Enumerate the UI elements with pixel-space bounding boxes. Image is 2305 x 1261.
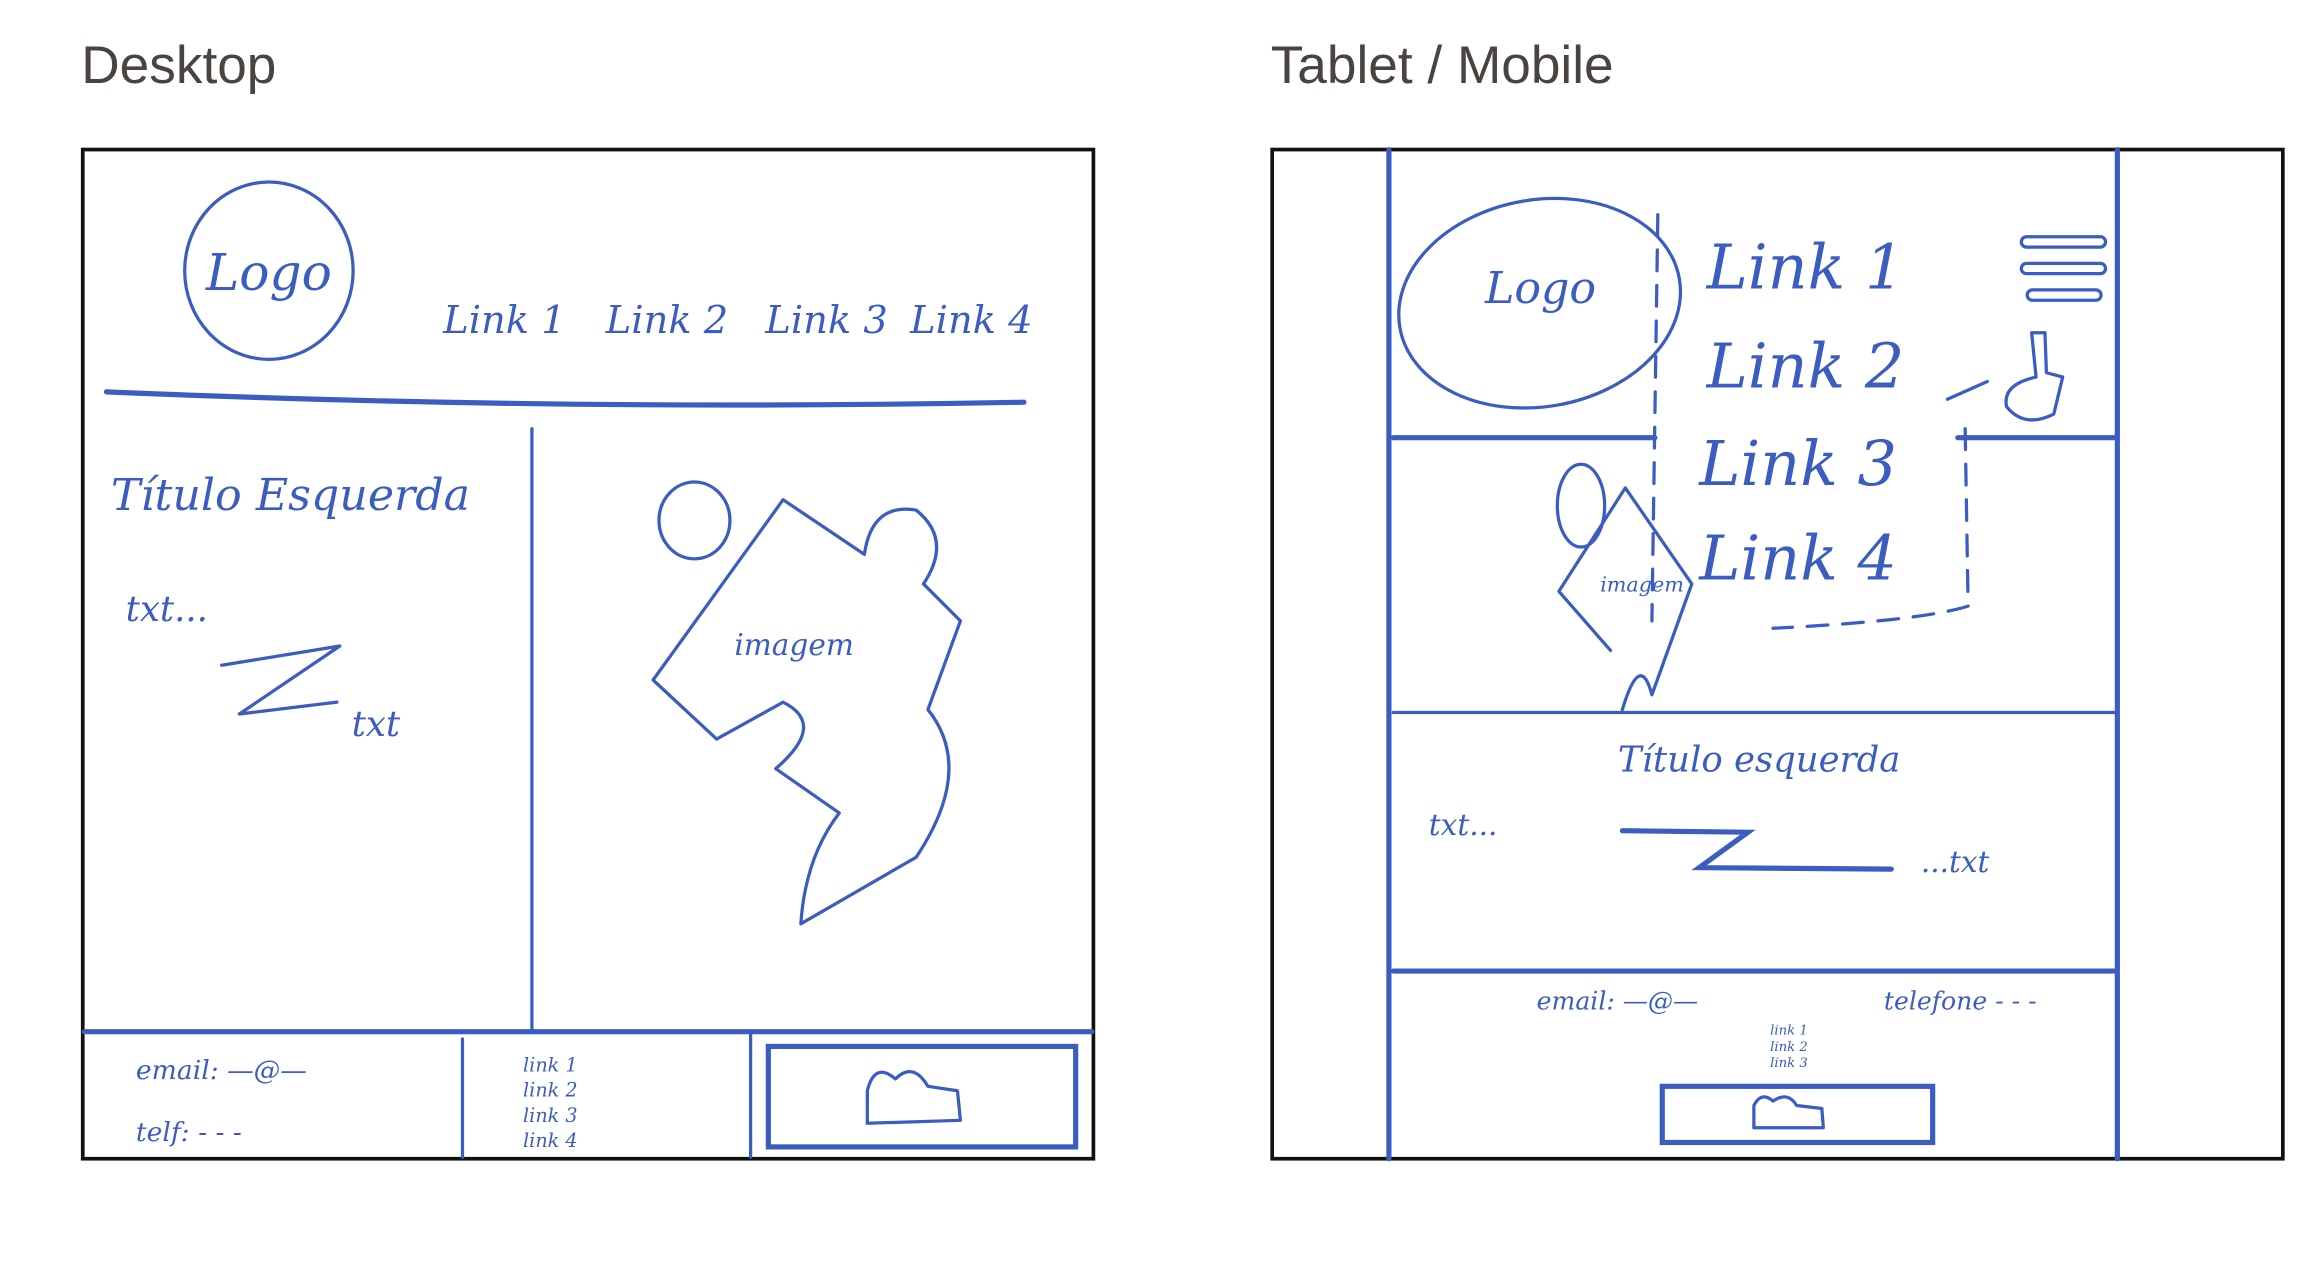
mobile-heading: Título esquerda <box>1618 740 1900 781</box>
mobile-image-placeholder-circle <box>1555 462 1607 549</box>
mobile-logo-text: Logo <box>1484 263 1596 314</box>
mobile-footer-phone: telefone - - - <box>1884 986 2037 1015</box>
desktop-footer-link-4: link 4 <box>523 1129 578 1152</box>
mobile-menu-link-4: Link 4 <box>1698 522 1897 595</box>
desktop-text-end: txt <box>352 704 401 745</box>
text-zigzag <box>220 644 342 716</box>
mobile-menu-link-1: Link 1 <box>1706 230 1905 303</box>
desktop-nav-link-1: Link 1 <box>442 298 565 343</box>
camera-icon <box>865 1070 963 1125</box>
desktop-footer-link-3: link 3 <box>523 1104 578 1127</box>
image-placeholder-shape <box>651 498 963 926</box>
mobile-menu-link-3: Link 3 <box>1698 427 1897 500</box>
mobile-title: Tablet / Mobile <box>1271 36 1614 95</box>
desktop-nav-link-3: Link 3 <box>764 298 887 343</box>
desktop-wireframe: Logo Link 1 Link 2 Link 3 Link 4 Título … <box>80 147 1096 1161</box>
desktop-heading: Título Esquerda <box>111 470 470 521</box>
desktop-title: Desktop <box>81 36 276 95</box>
desktop-text-start: txt... <box>126 589 208 630</box>
image-placeholder-circle <box>657 480 732 561</box>
mobile-footer-link-2: link 2 <box>1770 1040 1808 1055</box>
desktop-nav-link-4: Link 4 <box>909 298 1032 343</box>
mobile-image-placeholder-shape <box>1557 486 1694 712</box>
desktop-image-label: imagem <box>734 628 854 662</box>
desktop-nav-link-2: Link 2 <box>605 298 728 343</box>
hamburger-icon <box>2019 235 2108 302</box>
tap-hand-icon <box>1945 331 2065 422</box>
wireframe-canvas: Desktop Tablet / Mobile Logo Link 1 Link… <box>80 36 2285 1162</box>
desktop-logo-text: Logo <box>205 243 332 302</box>
mobile-text-end: ...txt <box>1921 845 1990 879</box>
desktop-footer-link-2: link 2 <box>523 1079 578 1102</box>
desktop-footer-phone: telf: - - - <box>136 1117 242 1148</box>
mobile-map-box <box>1659 1083 1936 1146</box>
mobile-menu-link-2: Link 2 <box>1706 329 1905 402</box>
map-box <box>765 1043 1079 1150</box>
desktop-footer-link-1: link 1 <box>523 1054 578 1077</box>
mobile-footer-email: email: —@— <box>1537 986 1698 1015</box>
mobile-wireframe: Logo Link 1 Link 2 Link 3 Link 4 imagem … <box>1270 146 2285 1162</box>
mobile-text-zigzag <box>1619 828 1894 872</box>
mobile-camera-icon <box>1752 1095 1825 1130</box>
header-divider <box>103 389 1027 408</box>
mobile-footer-link-3: link 3 <box>1770 1056 1808 1071</box>
mobile-footer-link-1: link 1 <box>1770 1024 1808 1039</box>
mobile-image-label: imagem <box>1600 572 1684 596</box>
mobile-text-start: txt... <box>1429 808 1498 842</box>
desktop-footer-email: email: —@— <box>136 1055 307 1086</box>
